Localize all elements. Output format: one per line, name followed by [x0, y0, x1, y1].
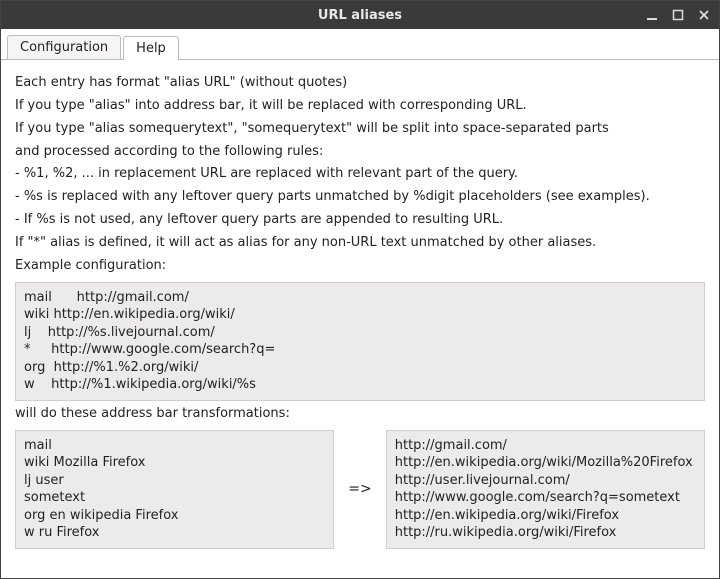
app-window: URL aliases Configuration Help Each entr…	[0, 0, 720, 579]
window-button-group	[643, 6, 713, 24]
tab-configuration[interactable]: Configuration	[7, 35, 121, 59]
close-icon[interactable]	[695, 6, 713, 24]
help-text-line: Each entry has format "alias URL" (witho…	[15, 74, 705, 93]
help-text-line: If "*" alias is defined, it will act as …	[15, 234, 705, 253]
help-text-line: If you type "alias somequerytext", "some…	[15, 120, 705, 139]
help-text-line: - %1, %2, ... in replacement URL are rep…	[15, 165, 705, 184]
help-panel: Each entry has format "alias URL" (witho…	[1, 60, 719, 578]
help-text-line: - If %s is not used, any leftover query …	[15, 211, 705, 230]
minimize-icon[interactable]	[643, 6, 661, 24]
help-text-line: and processed according to the following…	[15, 143, 705, 162]
help-text-line: - %s is replaced with any leftover query…	[15, 188, 705, 207]
window-title: URL aliases	[1, 8, 719, 23]
transform-output-box: http://gmail.com/ http://en.wikipedia.or…	[386, 430, 705, 549]
titlebar: URL aliases	[1, 1, 719, 29]
arrow-icon: =>	[344, 481, 375, 497]
help-text-line: will do these address bar transformation…	[15, 405, 705, 424]
maximize-icon[interactable]	[669, 6, 687, 24]
transform-input-box: mail wiki Mozilla Firefox lj user somete…	[15, 430, 334, 549]
help-text-line: Example configuration:	[15, 257, 705, 276]
transformation-row: mail wiki Mozilla Firefox lj user somete…	[15, 430, 705, 549]
help-text-line: If you type "alias" into address bar, it…	[15, 97, 705, 116]
tab-help[interactable]: Help	[123, 36, 179, 60]
example-config-box: mail http://gmail.com/ wiki http://en.wi…	[15, 282, 705, 401]
tab-bar: Configuration Help	[1, 29, 719, 60]
